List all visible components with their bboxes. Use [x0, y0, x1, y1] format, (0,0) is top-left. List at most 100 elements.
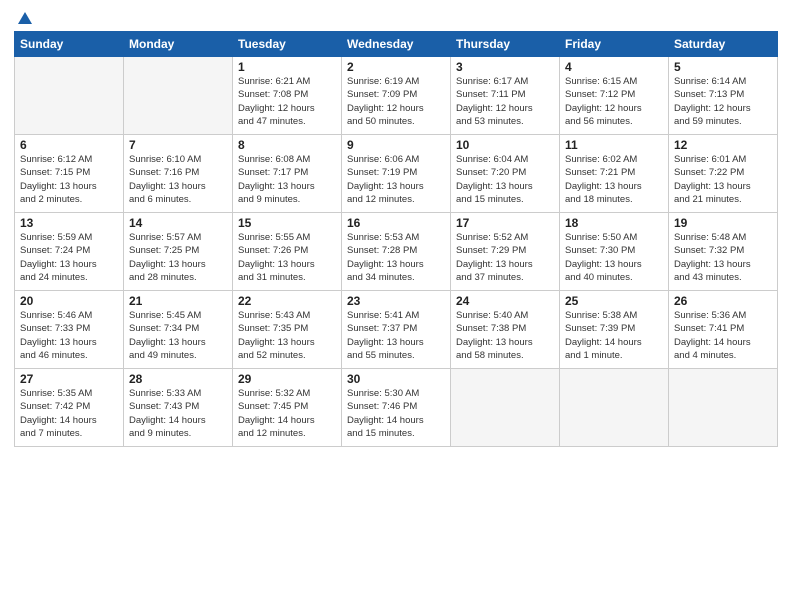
calendar-cell: 23Sunrise: 5:41 AM Sunset: 7:37 PM Dayli… — [342, 291, 451, 369]
day-number: 11 — [565, 138, 663, 152]
calendar-cell: 5Sunrise: 6:14 AM Sunset: 7:13 PM Daylig… — [669, 57, 778, 135]
day-info: Sunrise: 6:15 AM Sunset: 7:12 PM Dayligh… — [565, 75, 663, 128]
day-number: 26 — [674, 294, 772, 308]
day-number: 8 — [238, 138, 336, 152]
calendar-cell: 30Sunrise: 5:30 AM Sunset: 7:46 PM Dayli… — [342, 369, 451, 447]
calendar-cell — [560, 369, 669, 447]
day-info: Sunrise: 5:40 AM Sunset: 7:38 PM Dayligh… — [456, 309, 554, 362]
calendar-cell — [124, 57, 233, 135]
weekday-friday: Friday — [560, 32, 669, 57]
day-info: Sunrise: 6:10 AM Sunset: 7:16 PM Dayligh… — [129, 153, 227, 206]
day-number: 1 — [238, 60, 336, 74]
calendar-cell: 11Sunrise: 6:02 AM Sunset: 7:21 PM Dayli… — [560, 135, 669, 213]
day-info: Sunrise: 6:01 AM Sunset: 7:22 PM Dayligh… — [674, 153, 772, 206]
day-info: Sunrise: 6:12 AM Sunset: 7:15 PM Dayligh… — [20, 153, 118, 206]
week-row-4: 27Sunrise: 5:35 AM Sunset: 7:42 PM Dayli… — [15, 369, 778, 447]
calendar-cell: 4Sunrise: 6:15 AM Sunset: 7:12 PM Daylig… — [560, 57, 669, 135]
day-number: 24 — [456, 294, 554, 308]
day-number: 2 — [347, 60, 445, 74]
calendar-cell: 28Sunrise: 5:33 AM Sunset: 7:43 PM Dayli… — [124, 369, 233, 447]
day-number: 17 — [456, 216, 554, 230]
logo — [14, 10, 34, 25]
calendar-cell: 20Sunrise: 5:46 AM Sunset: 7:33 PM Dayli… — [15, 291, 124, 369]
day-info: Sunrise: 6:08 AM Sunset: 7:17 PM Dayligh… — [238, 153, 336, 206]
weekday-saturday: Saturday — [669, 32, 778, 57]
day-info: Sunrise: 6:17 AM Sunset: 7:11 PM Dayligh… — [456, 75, 554, 128]
day-info: Sunrise: 5:52 AM Sunset: 7:29 PM Dayligh… — [456, 231, 554, 284]
day-info: Sunrise: 6:14 AM Sunset: 7:13 PM Dayligh… — [674, 75, 772, 128]
day-info: Sunrise: 5:36 AM Sunset: 7:41 PM Dayligh… — [674, 309, 772, 362]
weekday-wednesday: Wednesday — [342, 32, 451, 57]
calendar-cell — [451, 369, 560, 447]
day-info: Sunrise: 5:50 AM Sunset: 7:30 PM Dayligh… — [565, 231, 663, 284]
day-number: 20 — [20, 294, 118, 308]
day-info: Sunrise: 5:41 AM Sunset: 7:37 PM Dayligh… — [347, 309, 445, 362]
calendar-cell: 7Sunrise: 6:10 AM Sunset: 7:16 PM Daylig… — [124, 135, 233, 213]
day-number: 18 — [565, 216, 663, 230]
day-number: 19 — [674, 216, 772, 230]
day-info: Sunrise: 5:55 AM Sunset: 7:26 PM Dayligh… — [238, 231, 336, 284]
day-info: Sunrise: 6:04 AM Sunset: 7:20 PM Dayligh… — [456, 153, 554, 206]
week-row-2: 13Sunrise: 5:59 AM Sunset: 7:24 PM Dayli… — [15, 213, 778, 291]
day-number: 4 — [565, 60, 663, 74]
day-number: 9 — [347, 138, 445, 152]
calendar-cell: 21Sunrise: 5:45 AM Sunset: 7:34 PM Dayli… — [124, 291, 233, 369]
week-row-1: 6Sunrise: 6:12 AM Sunset: 7:15 PM Daylig… — [15, 135, 778, 213]
day-info: Sunrise: 6:06 AM Sunset: 7:19 PM Dayligh… — [347, 153, 445, 206]
day-info: Sunrise: 6:02 AM Sunset: 7:21 PM Dayligh… — [565, 153, 663, 206]
weekday-tuesday: Tuesday — [233, 32, 342, 57]
day-number: 22 — [238, 294, 336, 308]
day-number: 14 — [129, 216, 227, 230]
day-number: 6 — [20, 138, 118, 152]
day-number: 10 — [456, 138, 554, 152]
weekday-thursday: Thursday — [451, 32, 560, 57]
week-row-0: 1Sunrise: 6:21 AM Sunset: 7:08 PM Daylig… — [15, 57, 778, 135]
header — [14, 10, 778, 25]
day-number: 12 — [674, 138, 772, 152]
day-info: Sunrise: 6:19 AM Sunset: 7:09 PM Dayligh… — [347, 75, 445, 128]
calendar-cell: 27Sunrise: 5:35 AM Sunset: 7:42 PM Dayli… — [15, 369, 124, 447]
day-info: Sunrise: 5:30 AM Sunset: 7:46 PM Dayligh… — [347, 387, 445, 440]
calendar-cell: 2Sunrise: 6:19 AM Sunset: 7:09 PM Daylig… — [342, 57, 451, 135]
calendar: SundayMondayTuesdayWednesdayThursdayFrid… — [14, 31, 778, 447]
page: SundayMondayTuesdayWednesdayThursdayFrid… — [0, 0, 792, 612]
calendar-cell: 8Sunrise: 6:08 AM Sunset: 7:17 PM Daylig… — [233, 135, 342, 213]
logo-icon — [16, 10, 34, 28]
day-info: Sunrise: 5:57 AM Sunset: 7:25 PM Dayligh… — [129, 231, 227, 284]
day-number: 25 — [565, 294, 663, 308]
day-info: Sunrise: 6:21 AM Sunset: 7:08 PM Dayligh… — [238, 75, 336, 128]
calendar-cell: 17Sunrise: 5:52 AM Sunset: 7:29 PM Dayli… — [451, 213, 560, 291]
day-number: 7 — [129, 138, 227, 152]
calendar-cell: 9Sunrise: 6:06 AM Sunset: 7:19 PM Daylig… — [342, 135, 451, 213]
day-info: Sunrise: 5:32 AM Sunset: 7:45 PM Dayligh… — [238, 387, 336, 440]
calendar-cell: 16Sunrise: 5:53 AM Sunset: 7:28 PM Dayli… — [342, 213, 451, 291]
weekday-monday: Monday — [124, 32, 233, 57]
calendar-cell — [669, 369, 778, 447]
calendar-cell: 15Sunrise: 5:55 AM Sunset: 7:26 PM Dayli… — [233, 213, 342, 291]
calendar-cell: 13Sunrise: 5:59 AM Sunset: 7:24 PM Dayli… — [15, 213, 124, 291]
calendar-cell: 25Sunrise: 5:38 AM Sunset: 7:39 PM Dayli… — [560, 291, 669, 369]
day-number: 28 — [129, 372, 227, 386]
calendar-cell: 12Sunrise: 6:01 AM Sunset: 7:22 PM Dayli… — [669, 135, 778, 213]
week-row-3: 20Sunrise: 5:46 AM Sunset: 7:33 PM Dayli… — [15, 291, 778, 369]
calendar-cell — [15, 57, 124, 135]
calendar-cell: 14Sunrise: 5:57 AM Sunset: 7:25 PM Dayli… — [124, 213, 233, 291]
day-number: 16 — [347, 216, 445, 230]
calendar-cell: 24Sunrise: 5:40 AM Sunset: 7:38 PM Dayli… — [451, 291, 560, 369]
day-info: Sunrise: 5:46 AM Sunset: 7:33 PM Dayligh… — [20, 309, 118, 362]
day-number: 30 — [347, 372, 445, 386]
calendar-cell: 22Sunrise: 5:43 AM Sunset: 7:35 PM Dayli… — [233, 291, 342, 369]
day-info: Sunrise: 5:33 AM Sunset: 7:43 PM Dayligh… — [129, 387, 227, 440]
weekday-sunday: Sunday — [15, 32, 124, 57]
day-number: 13 — [20, 216, 118, 230]
calendar-cell: 26Sunrise: 5:36 AM Sunset: 7:41 PM Dayli… — [669, 291, 778, 369]
day-number: 29 — [238, 372, 336, 386]
calendar-cell: 1Sunrise: 6:21 AM Sunset: 7:08 PM Daylig… — [233, 57, 342, 135]
day-number: 23 — [347, 294, 445, 308]
calendar-cell: 18Sunrise: 5:50 AM Sunset: 7:30 PM Dayli… — [560, 213, 669, 291]
calendar-cell: 19Sunrise: 5:48 AM Sunset: 7:32 PM Dayli… — [669, 213, 778, 291]
day-info: Sunrise: 5:48 AM Sunset: 7:32 PM Dayligh… — [674, 231, 772, 284]
day-number: 3 — [456, 60, 554, 74]
calendar-cell: 6Sunrise: 6:12 AM Sunset: 7:15 PM Daylig… — [15, 135, 124, 213]
calendar-cell: 10Sunrise: 6:04 AM Sunset: 7:20 PM Dayli… — [451, 135, 560, 213]
